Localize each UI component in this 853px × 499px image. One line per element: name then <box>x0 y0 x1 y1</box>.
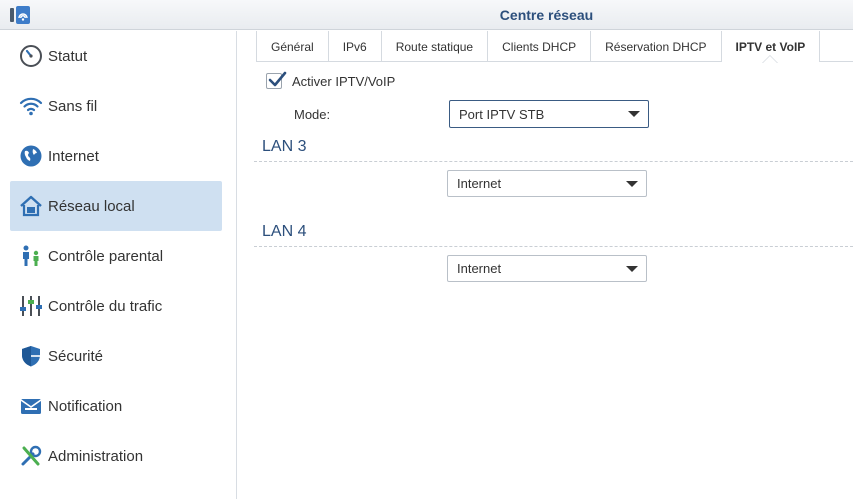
mode-select-value: Port IPTV STB <box>459 106 545 122</box>
lan4-title: LAN 4 <box>262 223 307 240</box>
checkmark-icon <box>268 71 287 87</box>
sidebar-item-internet[interactable]: Internet <box>10 131 222 181</box>
tab-clients-dhcp[interactable]: Clients DHCP <box>487 31 590 62</box>
shield-icon <box>18 343 44 369</box>
tab-bar: Général IPv6 Route statique Clients DHCP… <box>256 31 853 63</box>
lan3-select-value: Internet <box>457 176 502 191</box>
enable-iptv-row: Activer IPTV/VoIP <box>266 71 395 89</box>
mode-label: Mode: <box>294 107 331 122</box>
chevron-down-icon <box>626 180 638 187</box>
sidebar-item-reseau-local[interactable]: Réseau local <box>10 181 222 231</box>
tools-icon <box>18 443 44 469</box>
divider <box>254 246 853 247</box>
tab-iptv-voip[interactable]: IPTV et VoIP <box>720 31 820 63</box>
sidebar-item-label: Réseau local <box>48 197 135 215</box>
enable-iptv-checkbox[interactable] <box>266 71 287 89</box>
divider <box>254 161 853 162</box>
mode-select[interactable]: Port IPTV STB <box>449 100 649 128</box>
sidebar-item-label: Statut <box>48 47 88 65</box>
sliders-icon <box>18 293 44 319</box>
lan3-select[interactable]: Internet <box>447 170 647 197</box>
envelope-icon <box>18 393 44 419</box>
sidebar-item-securite[interactable]: Sécurité <box>10 331 222 381</box>
lan3-title: LAN 3 <box>262 138 307 155</box>
tab-reservation-dhcp[interactable]: Réservation DHCP <box>590 31 720 62</box>
sidebar-item-label: Sécurité <box>48 347 104 365</box>
sidebar-item-notification[interactable]: Notification <box>10 381 222 431</box>
title-bar: Centre réseau <box>0 0 853 30</box>
tab-bar-end <box>819 31 829 62</box>
sidebar-item-label: Contrôle du trafic <box>48 297 163 315</box>
sidebar-item-statut[interactable]: Statut <box>10 31 222 81</box>
sidebar-item-administration[interactable]: Administration <box>10 431 222 481</box>
tab-general[interactable]: Général <box>256 31 328 62</box>
chevron-down-icon <box>628 111 640 117</box>
family-icon <box>18 243 44 269</box>
sidebar-item-label: Internet <box>48 147 99 165</box>
sidebar-item-label: Administration <box>48 447 144 465</box>
sidebar-item-label: Contrôle parental <box>48 247 164 265</box>
wifi-icon <box>18 93 44 119</box>
sidebar-item-controle-trafic[interactable]: Contrôle du trafic <box>10 281 222 331</box>
sidebar-item-label: Sans fil <box>48 97 98 115</box>
chevron-down-icon <box>626 265 638 272</box>
tab-route-statique[interactable]: Route statique <box>380 31 487 62</box>
window-title: Centre réseau <box>499 7 594 23</box>
sidebar-item-controle-parental[interactable]: Contrôle parental <box>10 231 222 281</box>
sidebar-item-label: Notification <box>48 397 123 415</box>
tab-ipv6[interactable]: IPv6 <box>327 31 381 62</box>
sidebar: Statut Sans fil Internet Réseau local Co… <box>0 31 237 499</box>
globe-icon <box>18 143 44 169</box>
main-content: Général IPv6 Route statique Clients DHCP… <box>238 31 853 499</box>
enable-iptv-label[interactable]: Activer IPTV/VoIP <box>292 74 395 89</box>
wifi-router-icon <box>9 5 31 25</box>
sidebar-item-sans-fil[interactable]: Sans fil <box>10 81 222 131</box>
lan4-select-value: Internet <box>457 261 502 276</box>
lan4-select[interactable]: Internet <box>447 255 647 282</box>
home-network-icon <box>18 193 44 219</box>
gauge-icon <box>18 43 44 69</box>
